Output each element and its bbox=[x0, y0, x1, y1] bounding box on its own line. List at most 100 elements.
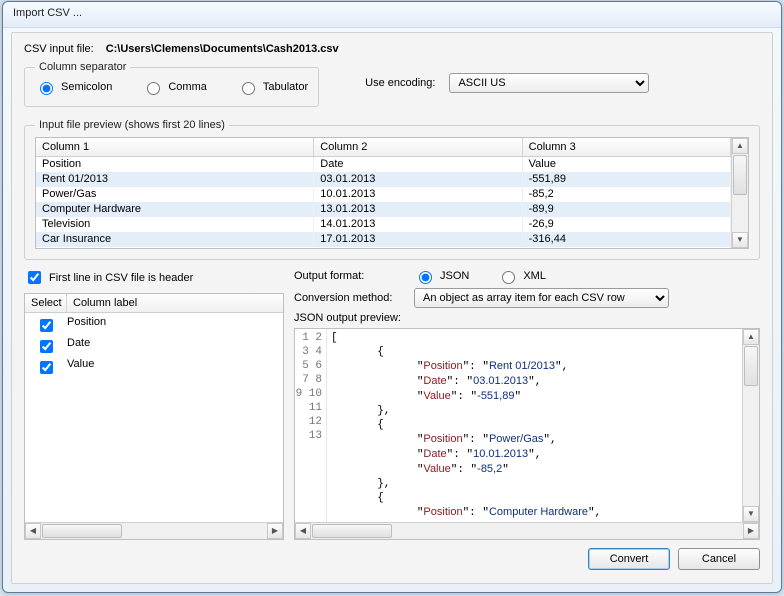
scroll-thumb[interactable] bbox=[744, 346, 758, 386]
column-list-hscrollbar[interactable]: ◀ ▶ bbox=[25, 522, 283, 539]
table-cell: Computer Hardware bbox=[36, 202, 314, 217]
column-label: Date bbox=[67, 337, 90, 356]
radio-json[interactable]: JSON bbox=[414, 268, 469, 284]
json-preview-label: JSON output preview: bbox=[294, 312, 760, 324]
preview-table: Column 1 Column 2 Column 3 PositionDateV… bbox=[35, 137, 749, 249]
scroll-up-icon[interactable]: ▲ bbox=[743, 329, 759, 345]
column-list: Select Column label Position Date Value ◀ … bbox=[24, 293, 284, 540]
scroll-down-icon[interactable]: ▼ bbox=[732, 232, 748, 248]
column-select-checkbox[interactable] bbox=[40, 340, 53, 353]
first-line-header-checkbox[interactable]: First line in CSV file is header bbox=[24, 268, 284, 287]
conversion-method-label: Conversion method: bbox=[294, 292, 404, 304]
radio-xml-input[interactable] bbox=[502, 271, 515, 284]
scroll-htrack[interactable] bbox=[393, 523, 743, 539]
radio-comma[interactable]: Comma bbox=[142, 79, 207, 95]
table-cell: Power/Gas bbox=[36, 187, 314, 202]
scroll-track[interactable] bbox=[732, 196, 748, 232]
table-cell: 14.01.2013 bbox=[314, 217, 522, 232]
encoding-select[interactable]: ASCII US bbox=[449, 73, 649, 93]
table-cell: 13.01.2013 bbox=[314, 202, 522, 217]
radio-semicolon-label: Semicolon bbox=[61, 81, 112, 93]
client-area: CSV input file: C:\Users\Clemens\Documen… bbox=[11, 32, 773, 584]
cancel-button[interactable]: Cancel bbox=[678, 548, 760, 570]
list-item[interactable]: Date bbox=[25, 336, 283, 357]
json-preview: 1 2 3 4 5 6 7 8 9 10 11 12 13 [ { "Posit… bbox=[294, 328, 760, 540]
json-gutter: 1 2 3 4 5 6 7 8 9 10 11 12 13 bbox=[295, 329, 327, 522]
json-vscrollbar[interactable]: ▲ ▼ bbox=[742, 329, 759, 522]
column-list-head-select[interactable]: Select bbox=[25, 294, 67, 312]
radio-semicolon[interactable]: Semicolon bbox=[35, 79, 112, 95]
table-cell: 17.01.2013 bbox=[314, 232, 522, 247]
column-select-checkbox[interactable] bbox=[40, 319, 53, 332]
column-label: Value bbox=[67, 358, 94, 377]
scroll-hthumb[interactable] bbox=[42, 524, 122, 538]
scroll-up-icon[interactable]: ▲ bbox=[732, 138, 748, 154]
table-cell: 03.01.2013 bbox=[314, 172, 522, 187]
scroll-left-icon[interactable]: ◀ bbox=[25, 523, 41, 539]
table-cell: Rent 01/2013 bbox=[36, 172, 314, 187]
column-separator-legend: Column separator bbox=[35, 61, 130, 73]
preview-vscrollbar[interactable]: ▲ ▼ bbox=[731, 138, 748, 248]
table-row[interactable]: Power/Gas10.01.2013-85,2 bbox=[36, 187, 731, 202]
list-item[interactable]: Position bbox=[25, 315, 283, 336]
radio-xml[interactable]: XML bbox=[497, 268, 546, 284]
table-cell: Television bbox=[36, 217, 314, 232]
radio-comma-label: Comma bbox=[168, 81, 207, 93]
first-line-header-label: First line in CSV file is header bbox=[49, 272, 193, 284]
column-select-checkbox[interactable] bbox=[40, 361, 53, 374]
column-separator-group: Column separator Semicolon Comma Tabulat… bbox=[24, 61, 319, 107]
json-hscrollbar[interactable]: ◀ ▶ bbox=[295, 522, 759, 539]
column-label: Position bbox=[67, 316, 106, 335]
table-row[interactable]: Computer Hardware13.01.2013-89,9 bbox=[36, 202, 731, 217]
file-row: CSV input file: C:\Users\Clemens\Documen… bbox=[24, 43, 760, 55]
table-cell: -9,6 bbox=[522, 247, 730, 249]
radio-xml-label: XML bbox=[523, 270, 546, 282]
table-cell: -89,9 bbox=[522, 202, 730, 217]
input-preview-legend: Input file preview (shows first 20 lines… bbox=[35, 119, 229, 131]
radio-tabulator-label: Tabulator bbox=[263, 81, 308, 93]
table-cell: Car Insurance bbox=[36, 232, 314, 247]
table-row[interactable]: Car Insurance17.01.2013-316,44 bbox=[36, 232, 731, 247]
table-cell: Position bbox=[36, 157, 314, 172]
column-list-head-label[interactable]: Column label bbox=[67, 294, 143, 312]
table-cell: Web-Hosting bbox=[36, 247, 314, 249]
radio-semicolon-input[interactable] bbox=[40, 82, 53, 95]
csv-input-file-path: C:\Users\Clemens\Documents\Cash2013.csv bbox=[106, 43, 339, 55]
input-preview-group: Input file preview (shows first 20 lines… bbox=[24, 119, 760, 260]
csv-input-file-label: CSV input file: bbox=[24, 43, 94, 55]
table-cell: 17.01.2013 bbox=[314, 247, 522, 249]
preview-col-1[interactable]: Column 1 bbox=[36, 138, 314, 157]
table-row[interactable]: Web-Hosting17.01.2013-9,6 bbox=[36, 247, 731, 249]
output-format-label: Output format: bbox=[294, 270, 404, 282]
scroll-htrack[interactable] bbox=[123, 523, 267, 539]
convert-button[interactable]: Convert bbox=[588, 548, 670, 570]
scroll-track[interactable] bbox=[743, 387, 759, 506]
table-row[interactable]: PositionDateValue bbox=[36, 157, 731, 172]
table-row[interactable]: Television14.01.2013-26,9 bbox=[36, 217, 731, 232]
conversion-method-select[interactable]: An object as array item for each CSV row bbox=[414, 288, 669, 308]
radio-json-label: JSON bbox=[440, 270, 469, 282]
radio-json-input[interactable] bbox=[419, 271, 432, 284]
table-cell: -316,44 bbox=[522, 232, 730, 247]
table-cell: -85,2 bbox=[522, 187, 730, 202]
table-cell: -26,9 bbox=[522, 217, 730, 232]
table-cell: Value bbox=[522, 157, 730, 172]
scroll-left-icon[interactable]: ◀ bbox=[295, 523, 311, 539]
table-row[interactable]: Rent 01/201303.01.2013-551,89 bbox=[36, 172, 731, 187]
scroll-right-icon[interactable]: ▶ bbox=[267, 523, 283, 539]
list-item[interactable]: Value bbox=[25, 357, 283, 378]
scroll-thumb[interactable] bbox=[733, 155, 747, 195]
encoding-label: Use encoding: bbox=[365, 77, 435, 89]
window-title: Import CSV ... bbox=[3, 2, 781, 28]
radio-tabulator-input[interactable] bbox=[242, 82, 255, 95]
radio-comma-input[interactable] bbox=[147, 82, 160, 95]
json-code[interactable]: [ { "Position": "Rent 01/2013", "Date": … bbox=[327, 329, 742, 522]
preview-col-2[interactable]: Column 2 bbox=[314, 138, 522, 157]
table-cell: Date bbox=[314, 157, 522, 172]
scroll-down-icon[interactable]: ▼ bbox=[743, 506, 759, 522]
scroll-right-icon[interactable]: ▶ bbox=[743, 523, 759, 539]
radio-tabulator[interactable]: Tabulator bbox=[237, 79, 308, 95]
scroll-hthumb[interactable] bbox=[312, 524, 392, 538]
first-line-header-input[interactable] bbox=[28, 271, 41, 284]
preview-col-3[interactable]: Column 3 bbox=[522, 138, 730, 157]
